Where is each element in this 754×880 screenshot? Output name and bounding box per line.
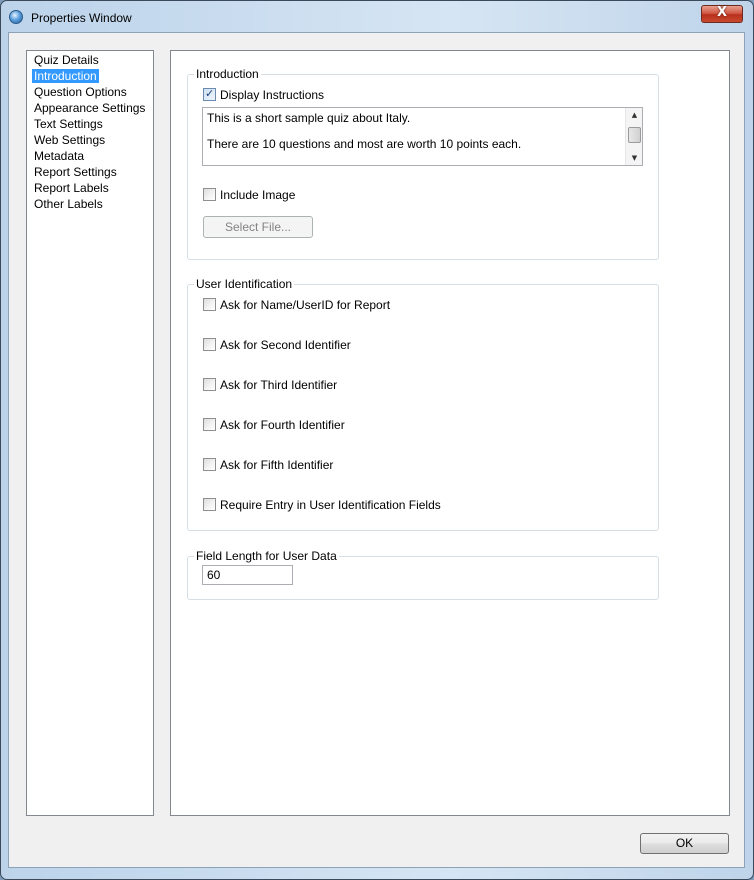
nav-item-text-settings[interactable]: Text Settings: [32, 117, 105, 131]
instructions-line-2: There are 10 questions and most are wort…: [207, 137, 522, 151]
ask-fourth-identifier-label: Ask for Fourth Identifier: [220, 418, 345, 432]
user-identification-group-label: User Identification: [194, 277, 295, 291]
ask-fourth-identifier-checkbox[interactable]: Ask for Fourth Identifier: [203, 418, 345, 432]
nav-item-question-options[interactable]: Question Options: [32, 85, 129, 99]
checkbox-unchecked-icon[interactable]: [203, 378, 216, 391]
checkbox-checked-icon[interactable]: [203, 87, 216, 101]
require-entry-checkbox[interactable]: Require Entry in User Identification Fie…: [203, 498, 441, 512]
require-entry-label: Require Entry in User Identification Fie…: [220, 498, 441, 512]
ask-third-identifier-checkbox[interactable]: Ask for Third Identifier: [203, 378, 337, 392]
ask-second-identifier-checkbox[interactable]: Ask for Second Identifier: [203, 338, 351, 352]
ask-second-identifier-label: Ask for Second Identifier: [220, 338, 351, 352]
nav-item-appearance-settings[interactable]: Appearance Settings: [32, 101, 147, 115]
display-instructions-label: Display Instructions: [220, 88, 325, 102]
display-instructions-checkbox[interactable]: Display Instructions: [203, 87, 325, 102]
include-image-label: Include Image: [220, 188, 296, 202]
ask-name-userid-checkbox[interactable]: Ask for Name/UserID for Report: [203, 298, 390, 312]
scroll-up-arrow-icon[interactable]: ▲: [626, 108, 643, 122]
checkbox-unchecked-icon[interactable]: [203, 188, 216, 201]
close-button[interactable]: X: [701, 5, 743, 23]
instructions-line-1: This is a short sample quiz about Italy.: [207, 111, 411, 125]
checkbox-unchecked-icon[interactable]: [203, 458, 216, 471]
scroll-down-arrow-icon[interactable]: ▼: [626, 151, 643, 165]
include-image-checkbox[interactable]: Include Image: [203, 188, 295, 202]
ask-name-userid-label: Ask for Name/UserID for Report: [220, 298, 391, 312]
ok-button[interactable]: OK: [640, 833, 729, 854]
checkbox-unchecked-icon[interactable]: [203, 418, 216, 431]
app-globe-icon: [9, 10, 23, 24]
field-length-input[interactable]: 60: [202, 565, 293, 585]
title-bar[interactable]: Properties Window X: [0, 0, 754, 34]
nav-item-metadata[interactable]: Metadata: [32, 149, 86, 163]
checkbox-unchecked-icon[interactable]: [203, 298, 216, 311]
select-file-button[interactable]: Select File...: [203, 216, 313, 238]
category-list[interactable]: Quiz Details Introduction Question Optio…: [26, 50, 154, 816]
instructions-textarea[interactable]: This is a short sample quiz about Italy.…: [202, 107, 643, 166]
user-identification-group: User Identification: [187, 277, 659, 531]
checkbox-unchecked-icon[interactable]: [203, 338, 216, 351]
ask-third-identifier-label: Ask for Third Identifier: [220, 378, 338, 392]
nav-item-report-settings[interactable]: Report Settings: [32, 165, 119, 179]
window-title: Properties Window: [31, 11, 132, 25]
checkbox-unchecked-icon[interactable]: [203, 498, 216, 511]
nav-item-report-labels[interactable]: Report Labels: [32, 181, 111, 195]
nav-item-web-settings[interactable]: Web Settings: [32, 133, 107, 147]
instructions-scrollbar[interactable]: ▲ ▼: [625, 108, 642, 165]
close-icon: X: [716, 5, 728, 20]
field-length-group-label: Field Length for User Data: [194, 549, 339, 563]
ask-fifth-identifier-label: Ask for Fifth Identifier: [220, 458, 334, 472]
nav-item-quiz-details[interactable]: Quiz Details: [32, 53, 101, 67]
scroll-thumb[interactable]: [628, 127, 641, 143]
ask-fifth-identifier-checkbox[interactable]: Ask for Fifth Identifier: [203, 458, 333, 472]
nav-item-introduction[interactable]: Introduction: [32, 69, 99, 83]
introduction-group-label: Introduction: [194, 67, 261, 81]
nav-item-other-labels[interactable]: Other Labels: [32, 197, 105, 211]
